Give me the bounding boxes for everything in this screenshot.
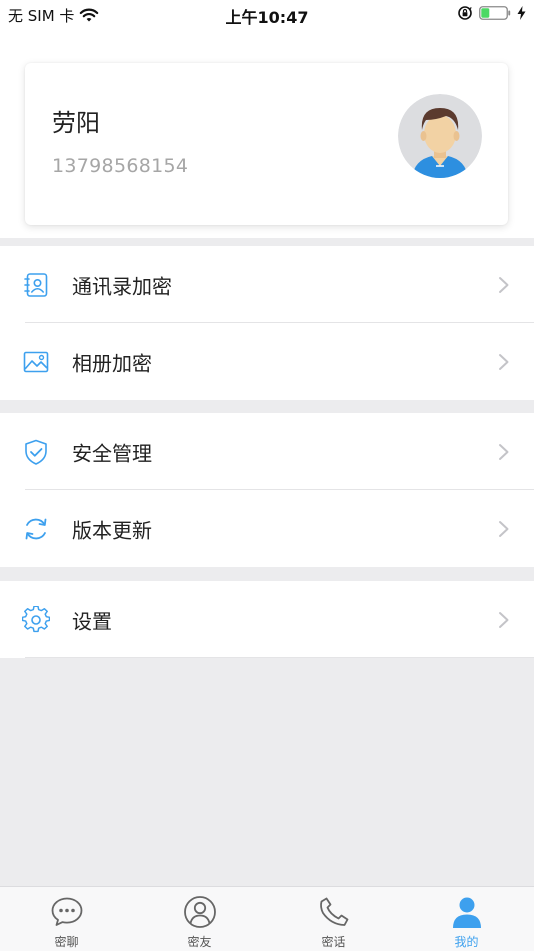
menu-group-settings: 设置 bbox=[0, 581, 534, 658]
gear-icon bbox=[22, 605, 50, 632]
shield-check-icon bbox=[25, 439, 47, 465]
tab-bar: 密聊 密友 密话 我的 bbox=[0, 886, 534, 951]
menu-item-label: 通讯录加密 bbox=[72, 274, 172, 298]
status-bar: 无 SIM 卡 上午10:47 bbox=[0, 0, 534, 28]
chevron-right-icon bbox=[499, 276, 509, 293]
tab-label: 密聊 bbox=[54, 935, 79, 949]
menu-item-label: 安全管理 bbox=[72, 441, 152, 465]
menu-item-label: 相册加密 bbox=[72, 351, 152, 375]
chevron-right-icon bbox=[499, 611, 509, 628]
tab-chat[interactable]: 密聊 bbox=[0, 887, 133, 951]
menu-group-encryption: 通讯录加密 相册加密 bbox=[0, 246, 534, 400]
menu-item-label: 版本更新 bbox=[72, 518, 152, 542]
battery-icon bbox=[479, 6, 511, 20]
menu-item-album-encryption[interactable]: 相册加密 bbox=[0, 323, 534, 400]
tab-mine[interactable]: 我的 bbox=[400, 887, 533, 951]
tab-label: 我的 bbox=[454, 935, 479, 949]
menu-item-settings[interactable]: 设置 bbox=[0, 581, 534, 658]
profile-card[interactable]: 劳阳 13798568154 bbox=[25, 63, 508, 225]
menu-item-version-update[interactable]: 版本更新 bbox=[0, 490, 534, 567]
tab-label: 密话 bbox=[321, 935, 346, 949]
avatar[interactable] bbox=[398, 94, 482, 178]
tab-label: 密友 bbox=[187, 935, 212, 949]
menu-item-security-management[interactable]: 安全管理 bbox=[0, 413, 534, 490]
menu-item-label: 设置 bbox=[72, 609, 112, 633]
rotation-lock-icon bbox=[458, 6, 472, 20]
phone-icon bbox=[319, 897, 348, 926]
tab-calls[interactable]: 密话 bbox=[267, 887, 400, 951]
avatar-illustration bbox=[398, 94, 482, 178]
chevron-right-icon bbox=[499, 443, 509, 460]
profile-name: 劳阳 bbox=[52, 109, 100, 137]
friend-icon bbox=[183, 896, 216, 928]
chevron-right-icon bbox=[499, 353, 509, 370]
status-time: 上午10:47 bbox=[225, 8, 309, 27]
menu-group-security: 安全管理 版本更新 bbox=[0, 413, 534, 567]
charging-icon bbox=[517, 6, 526, 20]
status-right bbox=[457, 5, 526, 21]
chat-icon bbox=[51, 897, 82, 926]
chevron-right-icon bbox=[499, 520, 509, 537]
profile-phone: 13798568154 bbox=[52, 155, 189, 177]
refresh-icon bbox=[25, 518, 47, 539]
album-icon bbox=[23, 351, 49, 372]
person-icon bbox=[452, 897, 481, 928]
menu-item-contacts-encryption[interactable]: 通讯录加密 bbox=[0, 246, 534, 323]
contacts-icon bbox=[24, 272, 48, 297]
tab-friends[interactable]: 密友 bbox=[133, 887, 266, 951]
